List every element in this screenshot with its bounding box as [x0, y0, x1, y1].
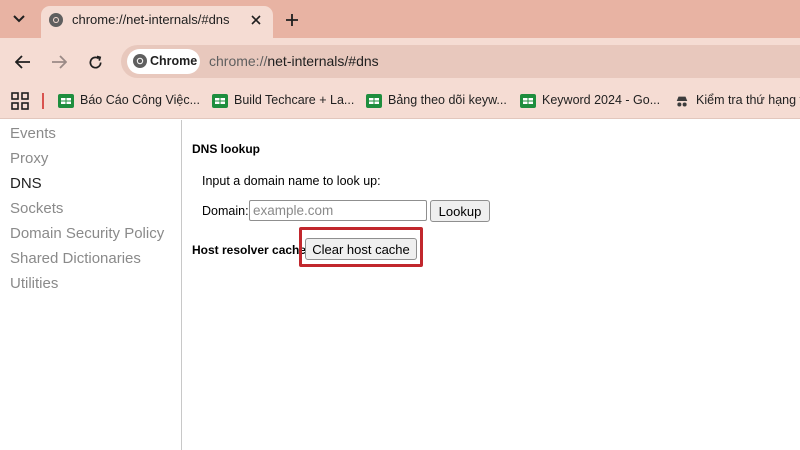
dns-lookup-heading: DNS lookup: [192, 142, 260, 156]
reload-icon: [89, 55, 102, 68]
url-text: chrome://net-internals/#dns: [209, 53, 379, 69]
sidebar-item-proxy[interactable]: Proxy: [10, 150, 48, 167]
dns-panel: DNS lookup Input a domain name to look u…: [183, 120, 800, 450]
sidebar-item-utilities[interactable]: Utilities: [10, 275, 58, 292]
sidebar-item-domain-security-policy[interactable]: Domain Security Policy: [10, 225, 164, 242]
bookmark-label: Build Techcare + La...: [234, 93, 355, 107]
bookmark-label: Kiểm tra thứ hạng t: [696, 93, 800, 107]
toolbar: Chrome chrome://net-internals/#dns: [0, 38, 800, 86]
back-button[interactable]: [10, 49, 36, 75]
lookup-prompt: Input a domain name to look up:: [202, 174, 381, 188]
chevron-down-icon: [13, 15, 25, 23]
arrow-left-icon: [15, 55, 30, 69]
bookmarks-bar: Báo Cáo Công Việc... Build Techcare + La…: [0, 86, 800, 119]
tab-title: chrome://net-internals/#dns: [72, 12, 230, 27]
host-resolver-cache-heading: Host resolver cache: [192, 243, 307, 257]
sidebar-item-shared-dictionaries[interactable]: Shared Dictionaries: [10, 250, 141, 267]
page-content: Events Proxy DNS Sockets Domain Security…: [0, 120, 800, 450]
chrome-globe-icon: [49, 13, 63, 27]
new-tab-button[interactable]: [280, 8, 304, 32]
domain-input[interactable]: [249, 200, 427, 221]
sidebar-item-events[interactable]: Events: [10, 125, 56, 142]
lookup-button[interactable]: Lookup: [430, 200, 490, 222]
sheets-icon: [58, 94, 74, 108]
forward-button[interactable]: [46, 49, 72, 75]
tab-close-button[interactable]: [247, 11, 265, 29]
tab-search-button[interactable]: [6, 7, 32, 31]
sheets-icon: [212, 94, 228, 108]
chip-label: Chrome: [150, 54, 198, 68]
bookmark-label: Keyword 2024 - Go...: [542, 93, 661, 107]
address-bar[interactable]: Chrome chrome://net-internals/#dns: [121, 45, 800, 78]
net-internals-sidebar: Events Proxy DNS Sockets Domain Security…: [0, 120, 182, 450]
bookmark-label: Báo Cáo Công Việc...: [80, 93, 200, 107]
bookmark-label: Bảng theo dõi keyw...: [388, 93, 507, 107]
url-path: net-internals/#dns: [267, 53, 379, 69]
arrow-right-icon: [52, 55, 67, 69]
clear-host-cache-button[interactable]: Clear host cache: [305, 238, 417, 260]
apps-grid-icon[interactable]: [11, 92, 29, 110]
domain-label: Domain:: [202, 204, 249, 218]
sheets-icon: [366, 94, 382, 108]
close-icon: [251, 15, 261, 25]
url-scheme: chrome://: [209, 53, 268, 69]
sidebar-item-dns[interactable]: DNS: [10, 175, 42, 192]
incognito-icon: [676, 96, 688, 107]
sheets-icon: [520, 94, 536, 108]
chrome-logo-icon: [133, 54, 147, 68]
bookmarks-divider: [42, 93, 44, 109]
sidebar-item-sockets[interactable]: Sockets: [10, 200, 63, 217]
tab-strip: chrome://net-internals/#dns: [0, 0, 800, 40]
tab-active[interactable]: chrome://net-internals/#dns: [41, 6, 273, 40]
reload-button[interactable]: [82, 49, 108, 75]
plus-icon: [286, 14, 298, 26]
